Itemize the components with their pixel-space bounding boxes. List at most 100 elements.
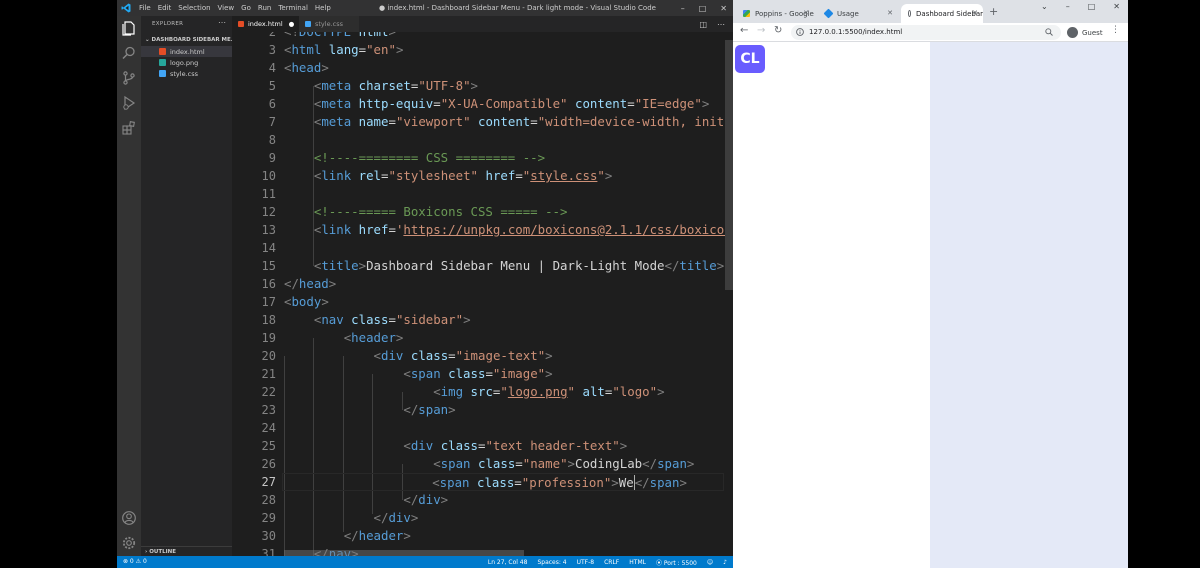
back-arrow-icon[interactable]: ← <box>740 25 748 36</box>
html-file-icon <box>159 48 166 55</box>
close-tab-icon[interactable]: ✕ <box>887 9 893 17</box>
vscode-logo-icon <box>121 3 131 13</box>
menu-go[interactable]: Go <box>241 4 251 12</box>
profile-button[interactable]: Guest <box>1067 26 1103 39</box>
more-actions-icon[interactable]: ⋯ <box>218 18 226 27</box>
menu-selection[interactable]: Selection <box>178 4 210 12</box>
browser-tab-dashboard[interactable]: Dashboard Sidebar ✕ <box>901 4 983 23</box>
notifications-bell-icon[interactable]: ♪ <box>723 559 727 566</box>
language-mode[interactable]: HTML <box>629 559 646 566</box>
cursor-position[interactable]: Ln 27, Col 48 <box>488 559 528 566</box>
chrome-window: Poppins - Google ✕ Usage ✕ Dashboard Sid… <box>733 0 1128 568</box>
vscode-menubar: File Edit Selection View Go Run Terminal… <box>139 0 331 16</box>
more-actions-icon[interactable]: ⋯ <box>717 20 725 29</box>
vscode-titlebar: File Edit Selection View Go Run Terminal… <box>117 0 733 16</box>
page-viewport: CL <box>733 42 1128 568</box>
code-editor[interactable]: 2 3 4 5 6 7 8 9 10 11 12 13 14 15 16 17 18 19 20 21 22 23 24 25… <box>232 32 733 556</box>
settings-gear-icon[interactable] <box>121 535 137 551</box>
close-icon[interactable]: ✕ <box>1113 2 1120 11</box>
explorer-icon[interactable] <box>121 20 137 36</box>
line-number: 29 <box>261 511 276 525</box>
menu-terminal[interactable]: Terminal <box>278 4 308 12</box>
file-item-logo-png[interactable]: logo.png <box>141 57 232 68</box>
line-number: 27 <box>261 475 276 489</box>
indentation[interactable]: Spaces: 4 <box>537 559 566 566</box>
menu-view[interactable]: View <box>218 4 235 12</box>
file-item-style-css[interactable]: style.css <box>141 68 232 79</box>
extensions-icon[interactable] <box>121 120 137 136</box>
run-debug-icon[interactable] <box>121 95 137 111</box>
code-area[interactable]: <!DOCTYPE html> <html lang="en"> <head> … <box>282 32 733 556</box>
vertical-scrollbar[interactable] <box>725 32 733 556</box>
file-item-index-html[interactable]: index.html <box>141 46 232 57</box>
code-line: </div> <box>373 510 419 525</box>
css-file-icon <box>159 70 166 77</box>
reload-icon[interactable]: ↻ <box>774 25 782 36</box>
line-number: 5 <box>268 79 276 93</box>
line-number: 18 <box>261 313 276 327</box>
workspace-folder[interactable]: ⌄ DASHBOARD SIDEBAR ME... <box>145 37 237 43</box>
vscode-window: File Edit Selection View Go Run Terminal… <box>117 0 733 568</box>
end-of-line[interactable]: CRLF <box>604 559 619 566</box>
menu-file[interactable]: File <box>139 4 151 12</box>
maximize-icon[interactable]: □ <box>699 4 707 13</box>
line-number: 24 <box>261 421 276 435</box>
tab-label: style.css <box>315 20 343 28</box>
screen-margin-left <box>0 0 117 568</box>
screen-margin-right <box>1128 0 1200 568</box>
editor-tab-bar: index.html ● style.css ◫ ⋯ <box>232 16 733 32</box>
accounts-icon[interactable] <box>121 510 137 526</box>
tab-style-css[interactable]: style.css <box>299 16 359 32</box>
encoding[interactable]: UTF-8 <box>577 559 595 566</box>
line-number: 13 <box>261 223 276 237</box>
browser-window-controls: ⌄ – □ ✕ <box>1041 2 1120 11</box>
code-line: <header> <box>343 330 404 345</box>
code-line: <title>Dashboard Sidebar Menu | Dark-Lig… <box>313 258 725 273</box>
forward-arrow-icon[interactable]: → <box>757 25 765 36</box>
scroll-thumb[interactable] <box>725 40 733 290</box>
browser-tab-strip: Poppins - Google ✕ Usage ✕ Dashboard Sid… <box>733 0 1128 23</box>
minimize-icon[interactable]: – <box>1066 2 1070 11</box>
tab-index-html[interactable]: index.html ● <box>232 16 299 32</box>
feedback-icon[interactable]: ☺ <box>707 559 713 566</box>
browser-tab-poppins[interactable]: Poppins - Google ✕ <box>736 4 814 23</box>
live-server-port[interactable]: ⦿ Port : 5500 <box>656 558 697 567</box>
logo[interactable]: CL <box>735 45 765 73</box>
unsaved-dot-icon[interactable]: ● <box>289 20 295 28</box>
code-line: <meta name="viewport" content="width=dev… <box>313 114 733 129</box>
close-tab-icon[interactable]: ✕ <box>803 9 809 17</box>
code-line: <div class="image-text"> <box>373 348 553 363</box>
info-icon[interactable] <box>796 28 804 36</box>
menu-help[interactable]: Help <box>315 4 331 12</box>
search-icon[interactable] <box>121 45 137 61</box>
code-line: <!----===== Boxicons CSS ===== --> <box>313 204 568 219</box>
maximize-icon[interactable]: □ <box>1088 2 1096 11</box>
google-fonts-icon <box>743 10 750 17</box>
close-icon[interactable]: ✕ <box>720 4 727 13</box>
address-bar[interactable]: 127.0.0.1:5500/index.html <box>791 25 1061 40</box>
menu-edit[interactable]: Edit <box>158 4 172 12</box>
outline-section[interactable]: › OUTLINE <box>141 546 232 556</box>
outline-label: OUTLINE <box>149 549 176 555</box>
menu-run[interactable]: Run <box>258 4 271 12</box>
close-tab-icon[interactable]: ✕ <box>972 9 978 17</box>
browser-tab-usage[interactable]: Usage ✕ <box>818 4 898 23</box>
status-right-items: Ln 27, Col 48 Spaces: 4 UTF-8 CRLF HTML … <box>488 556 727 568</box>
split-editor-icon[interactable]: ◫ <box>699 20 707 29</box>
line-number: 28 <box>261 493 276 507</box>
explorer-header: EXPLORER <box>152 21 184 27</box>
minimize-icon[interactable]: – <box>681 4 685 13</box>
line-number: 19 <box>261 331 276 345</box>
code-line: <html lang="en"> <box>284 42 404 57</box>
browser-menu-icon[interactable]: ⋮ <box>1111 25 1120 35</box>
new-tab-icon[interactable]: + <box>989 5 998 18</box>
line-number-gutter: 2 3 4 5 6 7 8 9 10 11 12 13 14 15 16 17 18 19 20 21 22 23 24 25… <box>232 32 276 556</box>
code-line: <link rel="stylesheet" href="style.css"> <box>313 168 613 183</box>
zoom-icon[interactable] <box>1045 28 1053 36</box>
tab-search-icon[interactable]: ⌄ <box>1041 2 1048 11</box>
image-file-icon <box>159 59 166 66</box>
line-number: 3 <box>268 43 276 57</box>
source-control-icon[interactable] <box>121 70 137 86</box>
problems-count[interactable]: ⊗ 0 ⚠ 0 <box>123 556 147 568</box>
file-name: style.css <box>170 69 198 78</box>
